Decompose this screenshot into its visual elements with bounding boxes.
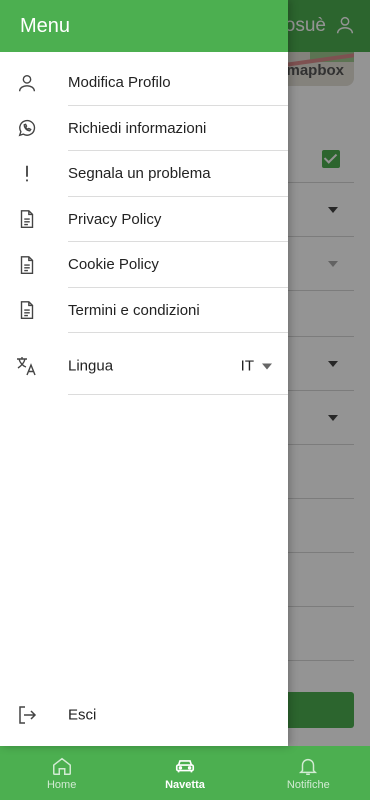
menu-item-request-info[interactable]: Richiedi informazioni bbox=[0, 106, 288, 151]
menu-item-label: Segnala un problema bbox=[68, 165, 211, 183]
divider bbox=[68, 394, 288, 395]
document-icon bbox=[15, 298, 39, 322]
drawer-header: Menu bbox=[0, 0, 288, 52]
menu-item-edit-profile[interactable]: Modifica Profilo bbox=[0, 60, 288, 106]
language-value: IT bbox=[240, 357, 254, 375]
menu-item-label: Cookie Policy bbox=[68, 256, 159, 274]
divider bbox=[68, 332, 288, 333]
nav-item-home[interactable]: Home bbox=[0, 746, 123, 800]
menu-item-cookie-policy[interactable]: Cookie Policy bbox=[0, 242, 288, 288]
logout-icon bbox=[15, 703, 39, 727]
menu-item-terms[interactable]: Termini e condizioni bbox=[0, 288, 288, 333]
translate-icon bbox=[15, 354, 39, 378]
bell-icon bbox=[299, 758, 318, 775]
language-select[interactable]: IT bbox=[241, 358, 272, 375]
user-icon bbox=[15, 71, 39, 95]
drawer-title: Menu bbox=[20, 14, 71, 37]
menu-item-label: Privacy Policy bbox=[68, 210, 162, 228]
drawer-menu: Modifica Profilo Richiedi informazioni S… bbox=[0, 60, 288, 333]
document-icon bbox=[15, 253, 39, 277]
nav-item-navetta[interactable]: Navetta bbox=[123, 746, 246, 800]
menu-item-label: Termini e condizioni bbox=[68, 301, 200, 319]
logout-button[interactable]: Esci bbox=[0, 690, 288, 740]
menu-item-privacy-policy[interactable]: Privacy Policy bbox=[0, 197, 288, 242]
nav-label-home: Home bbox=[46, 779, 77, 791]
home-icon bbox=[52, 757, 71, 775]
nav-item-notifiche[interactable]: Notifiche bbox=[247, 746, 370, 800]
nav-label-navetta: Navetta bbox=[165, 779, 205, 791]
nav-label-notifiche: Notifiche bbox=[286, 779, 330, 791]
document-icon bbox=[15, 207, 39, 231]
car-icon bbox=[175, 760, 195, 773]
side-drawer: Menu Modifica Profilo Richiedi informazi… bbox=[0, 0, 288, 746]
whatsapp-icon bbox=[15, 116, 39, 140]
menu-item-label: Modifica Profilo bbox=[68, 74, 171, 92]
exclamation-icon bbox=[15, 162, 39, 186]
language-row: Lingua IT bbox=[0, 337, 288, 395]
bottom-nav: Home Navetta Notifiche bbox=[0, 746, 370, 800]
menu-item-label: Richiedi informazioni bbox=[68, 119, 207, 137]
language-label: Lingua bbox=[68, 357, 114, 375]
logout-label: Esci bbox=[68, 706, 97, 724]
menu-item-report-problem[interactable]: Segnala un problema bbox=[0, 151, 288, 197]
chevron-down-icon bbox=[262, 363, 272, 369]
